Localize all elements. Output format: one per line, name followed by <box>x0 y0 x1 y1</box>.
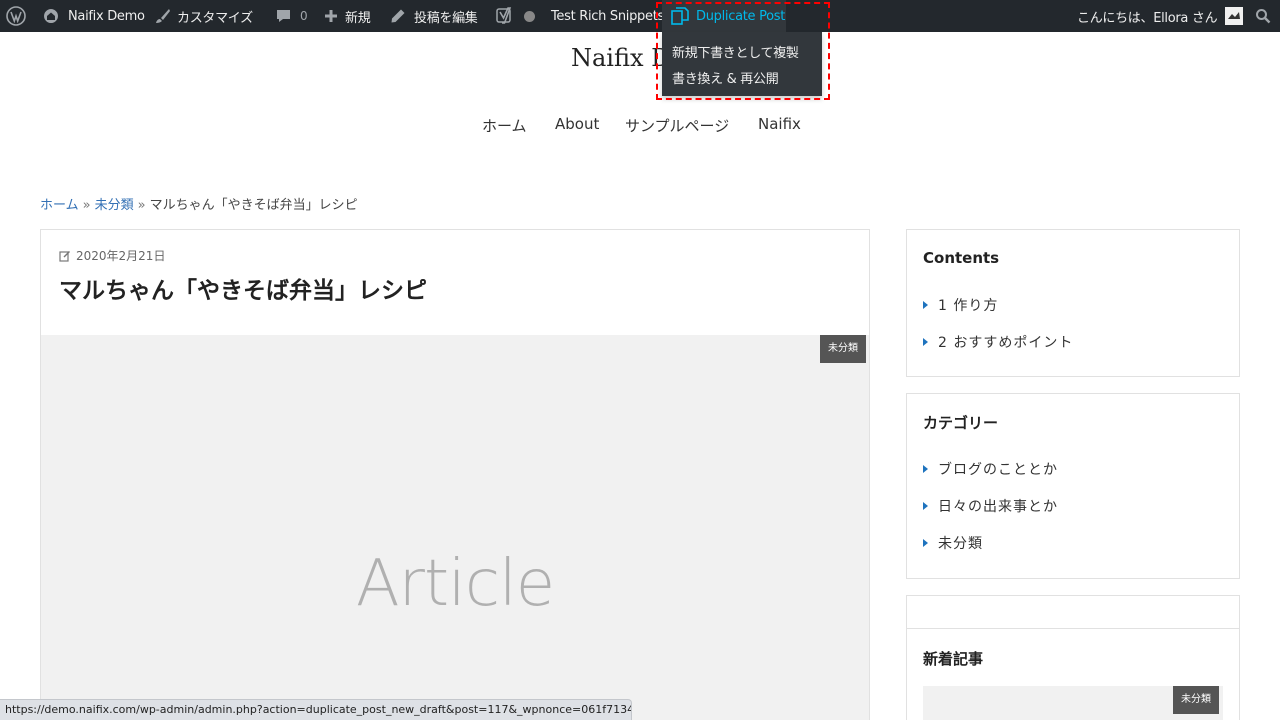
post-date: 2020年2月21日 <box>59 247 165 264</box>
yoast-menu[interactable] <box>496 0 535 32</box>
category-item-label: 日々の出来事とか <box>938 499 1058 515</box>
article-card: 2020年2月21日 マルちゃん「やきそば弁当」レシピ Article 未分類 <box>40 229 870 720</box>
wordpress-menu[interactable] <box>6 0 32 32</box>
category-badge[interactable]: 未分類 <box>820 335 866 363</box>
comments-count: 0 <box>300 9 308 23</box>
duplicate-post-dropdown: 新規下書きとして複製 書き換え & 再公開 <box>662 32 822 96</box>
pencil-icon <box>391 9 405 23</box>
recent-posts-widget: 新着記事 未分類 <box>906 629 1240 720</box>
bullet-triangle-icon <box>923 502 928 510</box>
breadcrumb-current: マルちゃん「やきそば弁当」レシピ <box>149 198 358 213</box>
category-item-label: 未分類 <box>938 536 983 552</box>
edit-date-icon <box>59 250 70 262</box>
contents-widget: Contents 1 作り方 2 おすすめポイント <box>906 229 1240 377</box>
recent-post-category-badge[interactable]: 未分類 <box>1173 686 1219 714</box>
brush-icon <box>156 9 170 23</box>
browser-status-bar: https://demo.naifix.com/wp-admin/admin.p… <box>0 699 632 720</box>
rich-snippets-menu[interactable]: Test Rich Snippets <box>551 0 664 32</box>
toc-item[interactable]: 1 作り方 <box>923 295 998 315</box>
category-item[interactable]: 日々の出来事とか <box>923 496 1058 516</box>
breadcrumb-home[interactable]: ホーム <box>40 198 79 213</box>
category-item[interactable]: 未分類 <box>923 533 983 553</box>
bullet-triangle-icon <box>923 301 928 309</box>
bullet-triangle-icon <box>923 539 928 547</box>
status-dot-icon <box>524 10 535 22</box>
rewrite-republish-menu-item[interactable]: 書き換え & 再公開 <box>672 68 779 87</box>
bullet-triangle-icon <box>923 338 928 346</box>
breadcrumb-separator: » <box>82 198 91 213</box>
site-name-menu[interactable]: Naifix Demo <box>42 0 145 32</box>
duplicate-post-menu[interactable]: Duplicate Post <box>662 0 786 32</box>
bullet-triangle-icon <box>923 465 928 473</box>
customize-menu[interactable]: カスタマイズ <box>155 0 253 32</box>
category-item[interactable]: ブログのこととか <box>923 459 1058 479</box>
nav-item-home[interactable]: ホーム <box>482 115 527 136</box>
home-icon <box>44 9 59 23</box>
new-label: 新規 <box>345 10 371 26</box>
wordpress-icon <box>6 6 26 26</box>
account-menu[interactable]: こんにちは、Ellora さん <box>1077 0 1244 32</box>
rich-snippets-label: Test Rich Snippets <box>551 8 664 24</box>
nav-item-naifix[interactable]: Naifix <box>758 115 801 133</box>
edit-post-menu[interactable]: 投稿を編集 <box>390 0 478 32</box>
category-item-label: ブログのこととか <box>938 462 1058 478</box>
site-name-label: Naifix Demo <box>68 8 145 24</box>
contents-title: Contents <box>923 249 1000 267</box>
comment-icon <box>277 10 290 22</box>
toc-item-label: 2 おすすめポイント <box>938 335 1074 351</box>
breadcrumb-separator: » <box>137 198 146 213</box>
customize-label: カスタマイズ <box>177 10 253 26</box>
categories-title: カテゴリー <box>923 414 999 432</box>
nav-item-about[interactable]: About <box>555 115 599 133</box>
admin-bar: Naifix Demo カスタマイズ 0 新規 投稿を編集 Test Rich … <box>0 0 1280 32</box>
post-thumbnail[interactable]: Article <box>41 335 869 720</box>
yoast-icon <box>496 7 512 24</box>
avatar <box>1225 7 1244 25</box>
new-content-menu[interactable]: 新規 <box>324 0 371 32</box>
toc-item-label: 1 作り方 <box>938 298 999 314</box>
post-date-text: 2020年2月21日 <box>76 249 166 263</box>
breadcrumb: ホーム» 未分類» マルちゃん「やきそば弁当」レシピ <box>40 194 358 213</box>
greeting-label: こんにちは、Ellora さん <box>1077 10 1218 26</box>
new-draft-menu-item[interactable]: 新規下書きとして複製 <box>672 42 799 61</box>
breadcrumb-category[interactable]: 未分類 <box>95 198 134 213</box>
empty-widget <box>906 595 1240 629</box>
search-button[interactable] <box>1255 0 1271 32</box>
toc-item[interactable]: 2 おすすめポイント <box>923 332 1073 352</box>
search-icon <box>1256 9 1271 24</box>
duplicate-icon <box>671 7 689 25</box>
duplicate-post-label: Duplicate Post <box>696 8 786 24</box>
nav-item-sample-page[interactable]: サンプルページ <box>625 115 729 136</box>
post-title: マルちゃん「やきそば弁当」レシピ <box>59 278 427 304</box>
categories-widget: カテゴリー ブログのこととか 日々の出来事とか 未分類 <box>906 393 1240 579</box>
recent-posts-title: 新着記事 <box>923 650 984 668</box>
thumbnail-text: Article <box>355 547 555 621</box>
comments-menu[interactable]: 0 <box>275 0 308 32</box>
plus-icon <box>325 10 337 22</box>
edit-post-label: 投稿を編集 <box>414 10 478 26</box>
